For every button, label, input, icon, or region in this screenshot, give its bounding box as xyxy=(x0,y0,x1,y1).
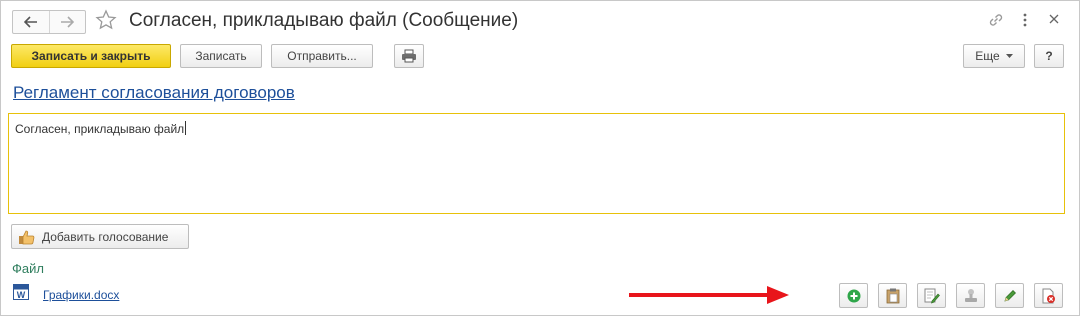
add-icon xyxy=(847,289,860,302)
paste-icon xyxy=(886,288,899,303)
save-button[interactable]: Записать xyxy=(180,44,262,68)
files-section-label: Файл xyxy=(12,261,44,276)
more-menu-button[interactable]: Еще xyxy=(963,44,1025,68)
printer-icon xyxy=(402,49,416,63)
link-icon xyxy=(989,14,1003,26)
close-icon xyxy=(1049,14,1059,24)
arrow-left-icon xyxy=(23,16,37,28)
message-window: Согласен, прикладываю файл (Сообщение) З… xyxy=(0,0,1080,316)
favorite-star-button[interactable] xyxy=(95,9,117,31)
message-text: Согласен, прикладываю файл xyxy=(15,122,185,136)
add-file-button[interactable] xyxy=(839,283,868,308)
forward-button[interactable] xyxy=(48,11,86,33)
arrow-right-icon xyxy=(61,16,75,28)
stamp-file-button[interactable] xyxy=(956,283,985,308)
more-menu-label: Еще xyxy=(975,49,1000,63)
send-button[interactable]: Отправить... xyxy=(271,44,373,68)
file-link[interactable]: Графики.docx xyxy=(43,288,119,302)
star-icon xyxy=(95,9,117,30)
delete-file-icon xyxy=(1042,288,1055,303)
stamp-icon xyxy=(964,288,977,302)
annotation-arrow xyxy=(629,286,789,304)
help-button[interactable]: ? xyxy=(1034,44,1064,68)
more-actions-button[interactable] xyxy=(1021,12,1029,28)
delete-file-button[interactable] xyxy=(1034,283,1063,308)
add-vote-label: Добавить голосование xyxy=(42,229,169,244)
print-button[interactable] xyxy=(394,44,424,68)
window-title: Согласен, прикладываю файл (Сообщение) xyxy=(129,10,519,31)
copy-link-button[interactable] xyxy=(987,11,1005,29)
word-icon: W xyxy=(13,284,29,300)
back-button[interactable] xyxy=(13,11,49,33)
edit-button[interactable] xyxy=(995,283,1024,308)
dropdown-arrow-icon xyxy=(1005,54,1013,58)
message-text-field[interactable]: Согласен, прикладываю файл xyxy=(8,113,1065,214)
history-navigation xyxy=(12,10,86,34)
text-cursor xyxy=(185,121,187,135)
save-and-close-button[interactable]: Записать и закрыть xyxy=(11,44,171,68)
paste-file-button[interactable] xyxy=(878,283,907,308)
svg-text:W: W xyxy=(17,290,26,300)
edit-file-icon xyxy=(924,288,940,303)
vertical-dots-icon xyxy=(1023,13,1027,27)
thumbs-up-icon xyxy=(19,230,35,244)
add-vote-button[interactable]: Добавить голосование xyxy=(11,224,189,249)
pencil-icon xyxy=(1003,289,1016,302)
close-button[interactable] xyxy=(1049,14,1059,24)
edit-file-button[interactable] xyxy=(917,283,946,308)
title-bar: Согласен, прикладываю файл (Сообщение) xyxy=(1,1,1079,41)
process-link[interactable]: Регламент согласования договоров xyxy=(13,83,295,103)
